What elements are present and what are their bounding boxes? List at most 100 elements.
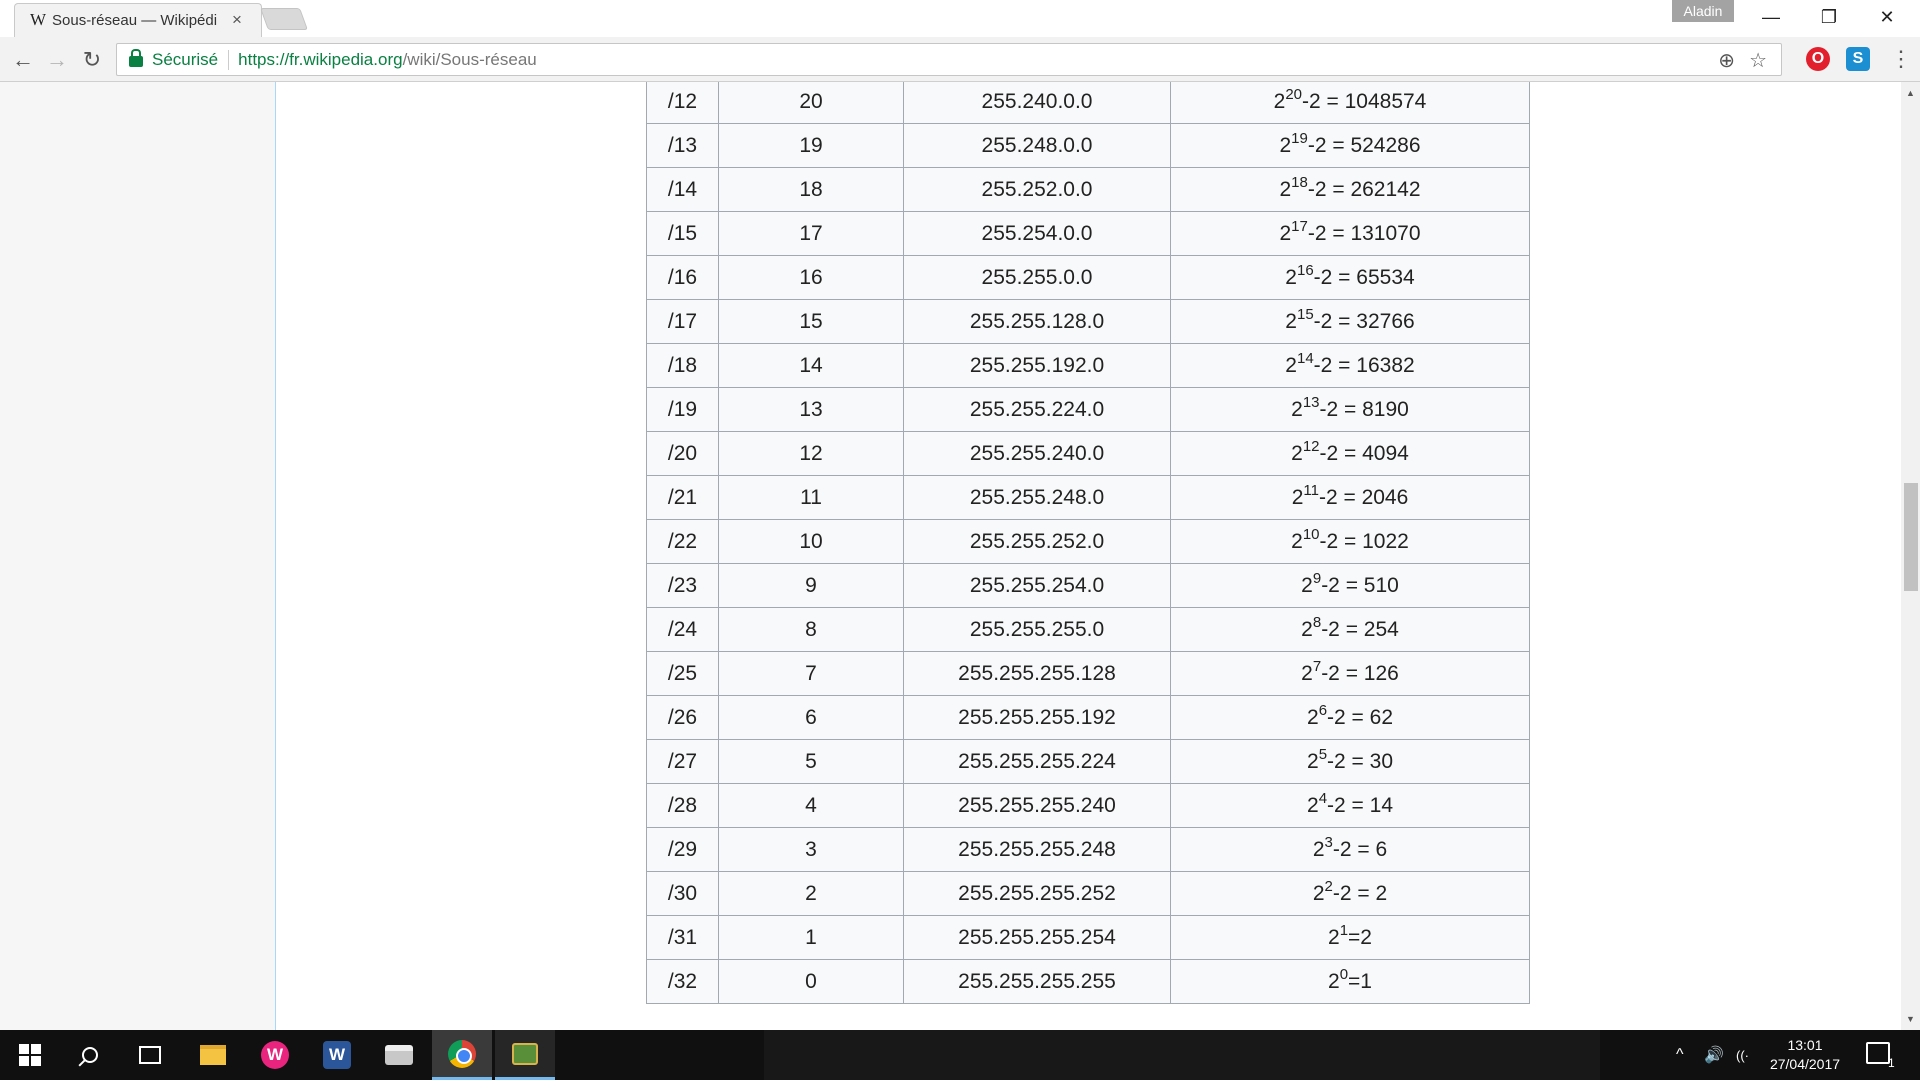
address-bar[interactable]: Sécurisé https://fr.wikipedia.org/wiki/S…: [116, 43, 1782, 76]
host-count-cell: 220-2 = 1048574: [1170, 82, 1530, 124]
power-exponent: 12: [1302, 437, 1320, 455]
printer-app-button[interactable]: [369, 1030, 429, 1080]
tab-sous-reseau[interactable]: W Sous-réseau — Wikipédi ×: [24, 3, 256, 37]
netmask-cell: 255.255.255.248: [903, 827, 1171, 872]
host-count-cell: 22-2 = 2: [1170, 871, 1530, 916]
taskbar-clock[interactable]: 13:01 27/04/2017: [1760, 1036, 1850, 1074]
table-row: /32 0 255.255.255.255 20=1: [646, 959, 1530, 1004]
wamp-app-button[interactable]: W: [245, 1030, 305, 1080]
prefix-cell: /24: [646, 607, 719, 652]
power-exponent: 8: [1312, 613, 1322, 631]
security-label[interactable]: Sécurisé: [152, 50, 218, 70]
prefix-cell: /12: [646, 82, 719, 124]
host-count-result: -2 = 254: [1321, 617, 1399, 641]
network-app-button[interactable]: [495, 1030, 555, 1080]
table-row: /22 10 255.255.252.0 210-2 = 1022: [646, 519, 1530, 564]
new-tab-button[interactable]: [259, 8, 309, 30]
tray-chevron-icon[interactable]: ^: [1676, 1030, 1684, 1080]
wifi-icon[interactable]: ((·: [1736, 1030, 1749, 1080]
address-separator: [228, 49, 230, 70]
wikipedia-favicon-icon: W: [30, 10, 47, 29]
netmask-cell: 255.255.240.0: [903, 431, 1171, 476]
prefix-cell: /13: [646, 123, 719, 168]
host-count-result: -2 = 16382: [1313, 353, 1415, 377]
close-window-button[interactable]: ✕: [1858, 0, 1916, 34]
task-view-button[interactable]: [120, 1030, 180, 1080]
subnet-table-body: /12 20 255.240.0.0 220-2 = 1048574/13 19 255.…: [646, 82, 1530, 1004]
search-button[interactable]: [60, 1030, 120, 1080]
host-bits-cell: 0: [718, 959, 904, 1004]
zoom-icon[interactable]: ⊕: [1718, 48, 1735, 73]
prefix-cell: /16: [646, 255, 719, 300]
vertical-scrollbar[interactable]: ▲ ▼: [1901, 82, 1920, 1030]
host-count-result: =2: [1348, 925, 1372, 949]
host-count-cell: 21=2: [1170, 915, 1530, 960]
clock-time: 13:01: [1787, 1037, 1823, 1053]
netmask-cell: 255.255.255.240: [903, 783, 1171, 828]
power-exponent: 10: [1302, 525, 1320, 543]
prefix-cell: /31: [646, 915, 719, 960]
skype-extension-icon[interactable]: S: [1846, 47, 1870, 71]
host-bits-cell: 10: [718, 519, 904, 564]
host-bits-cell: 20: [718, 82, 904, 124]
host-count-result: -2 = 62: [1327, 705, 1393, 729]
netmask-cell: 255.255.128.0: [903, 299, 1171, 344]
table-row: /12 20 255.240.0.0 220-2 = 1048574: [646, 82, 1530, 124]
power-exponent: 2: [1324, 877, 1333, 895]
clock-date: 27/04/2017: [1769, 1056, 1841, 1072]
host-count-cell: 213-2 = 8190: [1170, 387, 1530, 432]
host-count-cell: 210-2 = 1022: [1170, 519, 1530, 564]
table-row: /20 12 255.255.240.0 212-2 = 4094: [646, 431, 1530, 476]
host-bits-cell: 14: [718, 343, 904, 388]
restore-button[interactable]: ❐: [1800, 0, 1858, 34]
profile-button[interactable]: Aladin: [1672, 0, 1734, 22]
table-row: /31 1 255.255.255.254 21=2: [646, 915, 1530, 960]
scroll-down-arrow-icon[interactable]: ▼: [1901, 1011, 1920, 1027]
scroll-thumb[interactable]: [1904, 483, 1918, 591]
host-bits-cell: 12: [718, 431, 904, 476]
forward-button[interactable]: →: [42, 45, 72, 75]
url-text[interactable]: https://fr.wikipedia.org/wiki/Sous-résea…: [238, 50, 537, 70]
scroll-up-arrow-icon[interactable]: ▲: [1901, 85, 1920, 101]
url-path: /wiki/Sous-réseau: [402, 49, 537, 69]
chrome-app-button[interactable]: [432, 1030, 492, 1080]
host-count-cell: 214-2 = 16382: [1170, 343, 1530, 388]
host-bits-cell: 2: [718, 871, 904, 916]
netmask-cell: 255.252.0.0: [903, 167, 1171, 212]
host-bits-cell: 17: [718, 211, 904, 256]
netmask-cell: 255.255.255.0: [903, 607, 1171, 652]
printer-icon: [385, 1045, 413, 1065]
power-base: 2: [1307, 793, 1319, 817]
netmask-cell: 255.240.0.0: [903, 82, 1171, 124]
action-center-icon[interactable]: [1866, 1042, 1890, 1064]
table-row: /21 11 255.255.248.0 211-2 = 2046: [646, 475, 1530, 520]
power-exponent: 4: [1318, 789, 1328, 807]
host-count-result: -2 = 2046: [1318, 485, 1409, 509]
prefix-cell: /21: [646, 475, 719, 520]
tab-close-icon[interactable]: ×: [232, 10, 242, 30]
power-exponent: 5: [1318, 745, 1328, 763]
file-explorer-button[interactable]: [183, 1030, 243, 1080]
browser-menu-icon[interactable]: ⋮: [1890, 45, 1912, 73]
word-app-button[interactable]: W: [307, 1030, 367, 1080]
url-host: https://fr.wikipedia.org: [238, 49, 403, 69]
start-button[interactable]: [0, 1030, 60, 1080]
back-button[interactable]: ←: [8, 45, 38, 75]
reload-button[interactable]: ↻: [77, 45, 107, 75]
volume-icon[interactable]: 🔊: [1704, 1030, 1724, 1080]
host-count-cell: 216-2 = 65534: [1170, 255, 1530, 300]
prefix-cell: /15: [646, 211, 719, 256]
prefix-cell: /26: [646, 695, 719, 740]
bookmark-star-icon[interactable]: ☆: [1749, 48, 1767, 73]
power-exponent: 7: [1312, 657, 1322, 675]
host-count-cell: 219-2 = 524286: [1170, 123, 1530, 168]
prefix-cell: /17: [646, 299, 719, 344]
minimize-button[interactable]: —: [1742, 0, 1800, 34]
host-count-cell: 28-2 = 254: [1170, 607, 1530, 652]
host-bits-cell: 4: [718, 783, 904, 828]
opera-extension-icon[interactable]: O: [1806, 47, 1830, 71]
power-base: 2: [1279, 177, 1292, 201]
host-count-cell: 212-2 = 4094: [1170, 431, 1530, 476]
chrome-icon: [448, 1039, 476, 1068]
host-count-cell: 27-2 = 126: [1170, 651, 1530, 696]
